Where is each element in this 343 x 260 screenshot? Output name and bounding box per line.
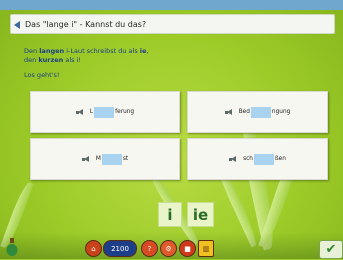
letter-gap[interactable] [101, 153, 122, 165]
word-card-2[interactable]: Bed ngung [187, 91, 328, 133]
help-button[interactable]: ? [141, 240, 158, 257]
title-bar: Das "lange i" - Kannst du das? [10, 14, 335, 34]
word-prefix: L [89, 109, 94, 115]
word-prefix: Bed [238, 109, 250, 115]
word-card-4[interactable]: sch ßen [187, 138, 328, 180]
choice-i-tile[interactable]: i [158, 202, 182, 227]
arrow-left-icon[interactable] [14, 21, 20, 29]
word-suffix: ßen [274, 156, 286, 162]
word-suffix: ngung [271, 109, 291, 115]
word-suffix: ferung [115, 109, 135, 115]
word-prefix: M [95, 156, 101, 162]
letter-gap[interactable] [94, 106, 115, 118]
word-prefix: sch [243, 156, 253, 162]
choice-ie-tile[interactable]: ie [187, 202, 214, 227]
page-title: Das "lange i" - Kannst du das? [25, 20, 147, 29]
checkmark-icon: ✔ [325, 242, 337, 257]
bottle-icon[interactable] [6, 238, 18, 256]
book-button[interactable]: ▥ [198, 240, 214, 257]
settings-button[interactable]: ⚙ [160, 240, 177, 257]
letter-gap[interactable] [253, 153, 274, 165]
stop-button[interactable]: ■ [179, 240, 196, 257]
speaker-icon[interactable] [224, 108, 234, 116]
counter-display: 2100 [103, 240, 137, 257]
speaker-icon[interactable] [75, 108, 85, 116]
letter-gap[interactable] [250, 106, 271, 118]
word-card-1[interactable]: L ferung [30, 91, 180, 133]
start-text: Los geht's! [24, 71, 60, 79]
word-suffix: st [122, 156, 129, 162]
instruction-text: Den langen i-Laut schreibst du als ie, d… [24, 47, 149, 64]
speaker-icon[interactable] [229, 155, 238, 163]
top-strip [0, 0, 343, 10]
ok-button[interactable]: ✔ [319, 240, 343, 259]
word-card-3[interactable]: M st [30, 138, 180, 180]
home-button[interactable]: ⌂ [85, 240, 102, 257]
speaker-icon[interactable] [81, 155, 91, 163]
